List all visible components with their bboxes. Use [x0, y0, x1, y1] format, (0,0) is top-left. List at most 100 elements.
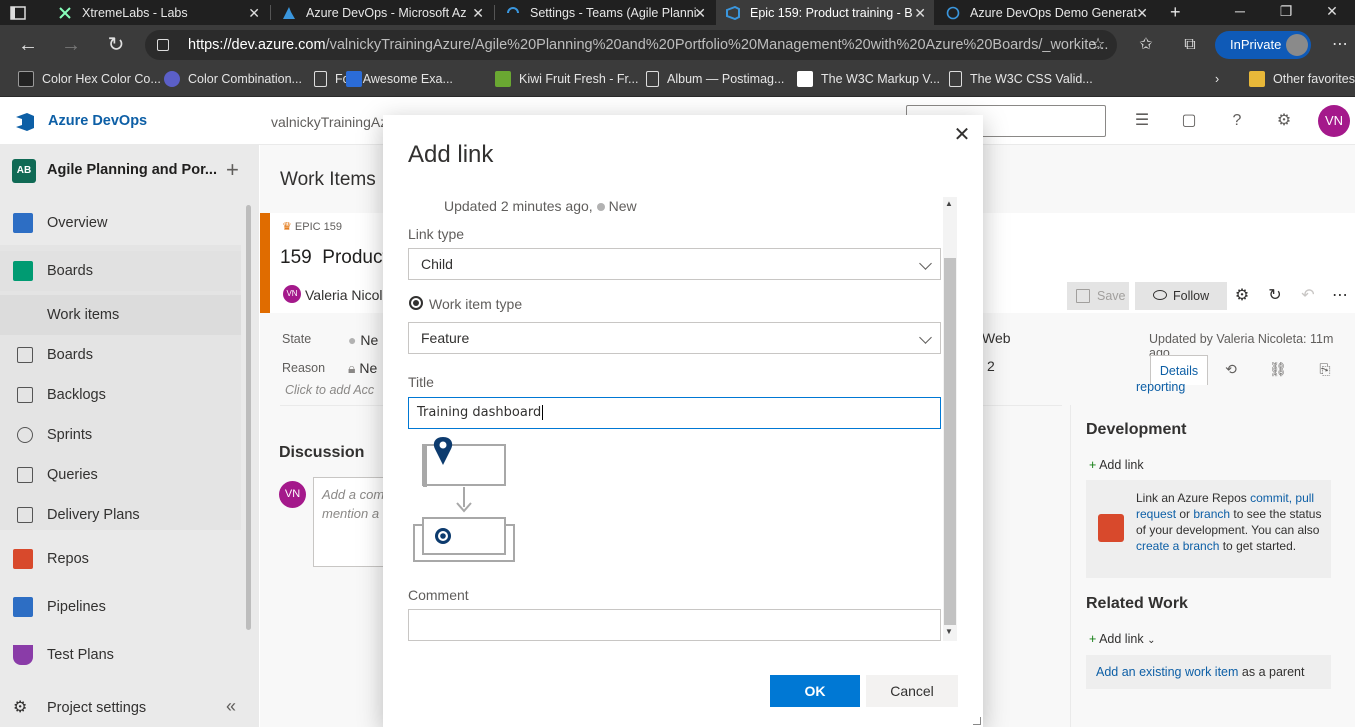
- nav-item-work-items[interactable]: Work items: [0, 295, 241, 335]
- reason-value[interactable]: 🔒︎ Ne: [348, 360, 377, 377]
- back-icon[interactable]: ←: [16, 33, 40, 57]
- favorite-item[interactable]: Album — Postimag...: [646, 65, 784, 93]
- close-icon[interactable]: ✕: [914, 5, 926, 22]
- save-button[interactable]: Save: [1067, 282, 1129, 310]
- work-item-type-dropdown[interactable]: Feature: [408, 322, 941, 354]
- new-tab-button[interactable]: +: [1160, 0, 1190, 25]
- tab-epic-159[interactable]: Epic 159: Product training - B ✕: [716, 0, 934, 25]
- nav-item-test-plans[interactable]: Test Plans: [0, 635, 241, 675]
- tab-settings[interactable]: Settings - Teams (Agile Planni ✕: [496, 0, 714, 25]
- close-icon[interactable]: ✕: [1136, 5, 1148, 22]
- project-settings[interactable]: ⚙ Project settings: [0, 689, 259, 727]
- lock-icon[interactable]: [157, 39, 169, 51]
- updated-text: Updated 2 minutes ago,: [444, 198, 593, 214]
- development-add-link[interactable]: + Add link: [1089, 458, 1144, 472]
- refresh-icon[interactable]: ↻: [1265, 286, 1285, 306]
- state-value[interactable]: ● Ne: [348, 332, 378, 348]
- close-icon[interactable]: ✕: [472, 5, 484, 22]
- settings-icon[interactable]: ⚙: [1232, 286, 1252, 306]
- cancel-button[interactable]: Cancel: [866, 675, 958, 707]
- follow-label: Follow: [1173, 289, 1210, 303]
- inprivate-badge[interactable]: InPrivate: [1215, 31, 1311, 59]
- favorite-item[interactable]: The W3C CSS Valid...: [949, 65, 1093, 93]
- nav-item-backlogs[interactable]: Backlogs: [0, 375, 241, 415]
- attachment-icon[interactable]: ⎘: [1316, 361, 1334, 379]
- close-icon[interactable]: ✕: [694, 5, 706, 22]
- add-icon[interactable]: +: [226, 157, 239, 183]
- branch-link[interactable]: branch: [1193, 507, 1230, 521]
- collections-icon[interactable]: ⧉: [1180, 35, 1200, 55]
- marketplace-icon[interactable]: ▢: [1179, 111, 1199, 131]
- acceptance-placeholder[interactable]: Click to add Acc: [285, 383, 374, 397]
- user-settings-icon[interactable]: ⚙: [1274, 111, 1294, 131]
- tab-actions-icon[interactable]: [0, 0, 46, 25]
- close-icon[interactable]: ✕: [248, 5, 260, 22]
- nav-item-overview[interactable]: Overview: [0, 203, 241, 243]
- nav-item-queries[interactable]: Queries: [0, 455, 241, 495]
- link-type-dropdown[interactable]: Child: [408, 248, 941, 280]
- favorite-item[interactable]: Kiwi Fruit Fresh - Fr...: [495, 65, 638, 93]
- scroll-down-icon[interactable]: ▼: [945, 627, 953, 636]
- dialog-scroll-thumb[interactable]: [944, 258, 956, 625]
- epic-title[interactable]: Product: [322, 247, 387, 268]
- refresh-icon[interactable]: ↻: [104, 33, 128, 57]
- favorite-item[interactable]: [346, 65, 370, 93]
- url-field[interactable]: https://dev.azure.com/valnickyTrainingAz…: [145, 30, 1117, 60]
- restore-icon[interactable]: ❐: [1263, 0, 1309, 25]
- create-branch-link[interactable]: create a branch: [1136, 539, 1219, 553]
- other-favorites[interactable]: Other favorites: [1249, 65, 1355, 93]
- nav-item-delivery-plans[interactable]: Delivery Plans: [0, 495, 241, 535]
- chevron-right-icon[interactable]: ›: [1215, 65, 1219, 93]
- tab-xtremelabs[interactable]: XtremeLabs - Labs ✕: [48, 0, 268, 25]
- favorite-item[interactable]: Color Hex Color Co...: [18, 65, 161, 93]
- nav-item-repos[interactable]: Repos: [0, 539, 241, 579]
- links-icon[interactable]: ⛓: [1269, 361, 1287, 379]
- undo-icon[interactable]: ↶: [1298, 286, 1318, 306]
- tab-azure-devops[interactable]: Azure DevOps - Microsoft Az ✕: [272, 0, 492, 25]
- work-item-status-line: Updated 2 minutes ago, New: [444, 198, 637, 214]
- dialog-title: Add link: [408, 141, 494, 168]
- add-link-label: Add link: [1099, 458, 1144, 472]
- follow-button[interactable]: Follow: [1135, 282, 1227, 310]
- resize-handle-icon[interactable]: [973, 717, 981, 725]
- nav-item-pipelines[interactable]: Pipelines: [0, 587, 241, 627]
- help-icon[interactable]: ?: [1227, 111, 1247, 131]
- close-icon[interactable]: ✕: [950, 123, 974, 147]
- reporting-link[interactable]: reporting: [1136, 380, 1185, 394]
- work-item-type-radio[interactable]: [409, 296, 423, 310]
- list-icon[interactable]: ☰: [1132, 111, 1152, 131]
- history-icon[interactable]: ⟲: [1222, 361, 1240, 379]
- favorite-item[interactable]: Color Combination...: [164, 65, 302, 93]
- favorites-icon[interactable]: ✩: [1136, 35, 1156, 55]
- favorite-item[interactable]: Font Awesome Exa...: [314, 65, 453, 93]
- ok-button[interactable]: OK: [770, 675, 860, 707]
- nav-item-boards-sub[interactable]: Boards: [0, 335, 241, 375]
- scroll-up-icon[interactable]: ▲: [945, 199, 953, 208]
- commit-link[interactable]: commit,: [1250, 491, 1292, 505]
- organization-breadcrumb[interactable]: valnickyTrainingAz: [271, 114, 387, 130]
- brand-title[interactable]: Azure DevOps: [48, 113, 147, 129]
- more-actions-icon[interactable]: ⋯: [1330, 286, 1350, 306]
- azure-devops-logo-icon[interactable]: [14, 111, 36, 133]
- title-input[interactable]: Training dashboard: [408, 397, 941, 429]
- related-add-link[interactable]: + Add link ⌄: [1089, 632, 1155, 646]
- add-favorite-icon[interactable]: ☆: [1088, 35, 1108, 55]
- iteration-value: 2: [987, 358, 995, 374]
- nav-scrollbar[interactable]: [246, 205, 251, 630]
- more-icon[interactable]: ⋯: [1330, 35, 1350, 55]
- tab-demo-generator[interactable]: Azure DevOps Demo Generat ✕: [936, 0, 1156, 25]
- close-window-icon[interactable]: ✕: [1309, 0, 1355, 25]
- assignee-name[interactable]: Valeria Nicol: [305, 287, 383, 303]
- comment-input[interactable]: [408, 609, 941, 641]
- nav-item-boards[interactable]: Boards: [0, 251, 241, 291]
- nav-item-sprints[interactable]: Sprints: [0, 415, 241, 455]
- collapse-nav-icon[interactable]: «: [226, 696, 236, 717]
- user-avatar[interactable]: VN: [1318, 105, 1350, 137]
- favorite-item[interactable]: The W3C Markup V...: [797, 65, 940, 93]
- forward-icon[interactable]: →: [59, 33, 83, 57]
- minimize-icon[interactable]: ─: [1217, 0, 1263, 25]
- add-existing-work-item-link[interactable]: Add an existing work item: [1096, 665, 1238, 679]
- project-row[interactable]: AB Agile Planning and Por... +: [0, 145, 259, 195]
- link-diagram-illustration: [413, 437, 515, 562]
- dev-text: or: [1176, 507, 1194, 521]
